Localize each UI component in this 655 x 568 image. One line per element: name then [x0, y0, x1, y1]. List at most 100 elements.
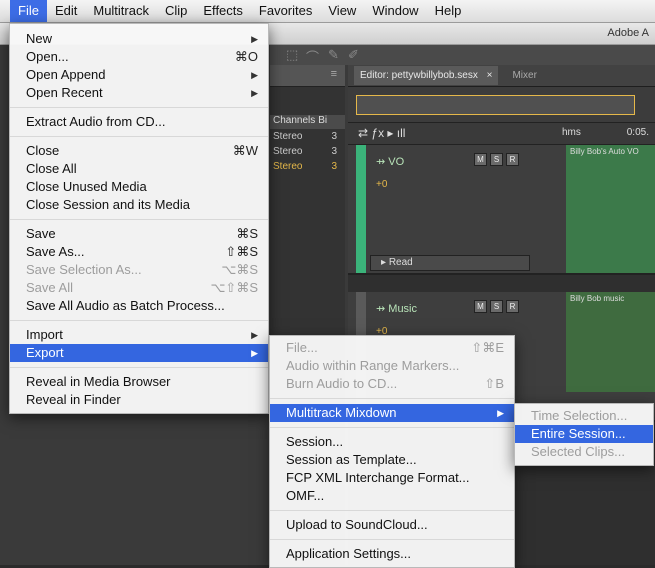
menu-separator: [10, 107, 268, 108]
file-bits: 3: [331, 161, 337, 172]
menu-item-extract-audio-from-cd[interactable]: Extract Audio from CD...: [10, 113, 268, 131]
menu-item-audio-within-range-markers: Audio within Range Markers...: [270, 357, 514, 375]
solo-button[interactable]: S: [490, 300, 503, 313]
menu-item-session-as-template[interactable]: Session as Template...: [270, 451, 514, 469]
column-channels[interactable]: Channels: [270, 115, 315, 129]
menu-item-label: Export: [26, 345, 64, 360]
menu-item-close[interactable]: Close ⌘W: [10, 142, 268, 160]
menu-item-time-selection: Time Selection...: [515, 407, 653, 425]
spot-heal-tool-icon[interactable]: ✐: [348, 47, 359, 63]
menu-item-reveal-in-finder[interactable]: Reveal in Finder: [10, 391, 268, 409]
menu-item-label: Save As...: [26, 244, 85, 259]
lasso-tool-icon[interactable]: ⌒: [306, 47, 319, 66]
automation-mode-select[interactable]: ▸ Read: [370, 255, 530, 271]
menu-item-close-all[interactable]: Close All: [10, 160, 268, 178]
shortcut-label: ⌘W: [232, 143, 258, 158]
menu-item-save-as[interactable]: Save As... ⇧⌘S: [10, 243, 268, 261]
menu-item-close-unused-media[interactable]: Close Unused Media: [10, 178, 268, 196]
clip-waveform[interactable]: Billy Bob's Auto VO: [566, 145, 655, 273]
menu-item-label: Reveal in Media Browser: [26, 374, 171, 389]
menu-window[interactable]: Window: [364, 0, 426, 22]
menu-item-application-settings[interactable]: Application Settings...: [270, 545, 514, 563]
overview-zoom-bar[interactable]: [356, 95, 635, 115]
menu-item-open-append[interactable]: Open Append ▶: [10, 66, 268, 84]
tab-mixer[interactable]: Mixer: [512, 70, 536, 81]
file-row[interactable]: Stereo 3: [270, 144, 345, 159]
menu-item-label: Audio within Range Markers...: [286, 358, 460, 373]
menu-item-label: New: [26, 31, 53, 46]
multitrack-mixdown-submenu: Time Selection... Entire Session... Select…: [514, 403, 654, 466]
mute-button[interactable]: M: [474, 153, 487, 166]
record-button[interactable]: R: [506, 300, 519, 313]
panel-menu-icon[interactable]: ≡: [270, 65, 345, 87]
menu-item-new[interactable]: New ▶: [10, 30, 268, 48]
file-channels: Stereo: [273, 146, 303, 157]
menu-item-label: Time Selection...: [531, 408, 628, 423]
menu-item-session[interactable]: Session...: [270, 433, 514, 451]
volume-value[interactable]: +0: [376, 179, 387, 190]
solo-button[interactable]: S: [490, 153, 503, 166]
mute-button[interactable]: M: [474, 300, 487, 313]
track-name: ⇸ Music: [376, 303, 418, 315]
track-buttons: M S R: [474, 153, 519, 166]
close-icon[interactable]: ×: [487, 70, 493, 81]
marquee-tool-icon[interactable]: ⬚: [286, 47, 298, 63]
menu-item-open[interactable]: Open... ⌘O: [10, 48, 268, 66]
menu-item-fcp-xml-interchange-format[interactable]: FCP XML Interchange Format...: [270, 469, 514, 487]
brush-tool-icon[interactable]: ✎: [328, 47, 339, 63]
file-menu: New ▶ Open... ⌘O Open Append ▶ Open Recent ▶ Ext…: [9, 23, 269, 414]
clip-waveform[interactable]: Billy Bob music: [566, 292, 655, 392]
menu-item-label: Selected Clips...: [531, 444, 625, 459]
tab-editor[interactable]: Editor: pettywbillybob.sesx ×: [354, 66, 499, 85]
shortcut-label: ⇧⌘E: [471, 340, 504, 355]
submenu-arrow-icon: ▶: [251, 330, 258, 340]
submenu-arrow-icon: ▶: [251, 70, 258, 80]
menu-clip[interactable]: Clip: [157, 0, 195, 22]
menu-item-label: Close Unused Media: [26, 179, 147, 194]
track-vo[interactable]: ⇸ VO M S R +0 ▸ Read Billy Bob's Auto VO: [348, 145, 655, 275]
file-row[interactable]: Stereo 3: [270, 159, 345, 174]
export-submenu: File... ⇧⌘E Audio within Range Markers... B…: [269, 335, 515, 568]
shortcut-label: ⌘S: [236, 226, 258, 241]
menu-item-label: OMF...: [286, 488, 325, 503]
menu-favorites[interactable]: Favorites: [251, 0, 320, 22]
menu-effects[interactable]: Effects: [195, 0, 251, 22]
track-buttons: M S R: [474, 300, 519, 313]
shortcut-label: ⌥⇧⌘S: [210, 280, 258, 295]
menu-help[interactable]: Help: [427, 0, 470, 22]
menu-item-close-session-and-its-media[interactable]: Close Session and its Media: [10, 196, 268, 214]
file-row[interactable]: Stereo 3: [270, 129, 345, 144]
menu-item-save-all-audio-as-batch-process[interactable]: Save All Audio as Batch Process...: [10, 297, 268, 315]
column-bits[interactable]: Bi: [315, 115, 327, 129]
menu-multitrack[interactable]: Multitrack: [85, 0, 157, 22]
menu-item-label: Close All: [26, 161, 77, 176]
menu-bar: File Edit Multitrack Clip Effects Favori…: [0, 0, 655, 23]
menu-edit[interactable]: Edit: [47, 0, 85, 22]
menu-separator: [10, 136, 268, 137]
shortcut-label: ⇧⌘S: [225, 244, 258, 259]
menu-item-entire-session[interactable]: Entire Session...: [515, 425, 653, 443]
menu-separator: [270, 427, 514, 428]
toolbar-strip: ⬚ ⌒ ✎ ✐: [270, 45, 655, 65]
menu-separator: [270, 539, 514, 540]
menu-item-save[interactable]: Save ⌘S: [10, 225, 268, 243]
menu-item-label: Save All Audio as Batch Process...: [26, 298, 225, 313]
menu-item-export[interactable]: Export ▶: [10, 344, 268, 362]
menu-item-label: Upload to SoundCloud...: [286, 517, 428, 532]
track-color-strip: [356, 145, 366, 273]
menu-file[interactable]: File: [10, 0, 47, 22]
menu-item-open-recent[interactable]: Open Recent ▶: [10, 84, 268, 102]
menu-item-label: Application Settings...: [286, 546, 412, 561]
menu-item-omf[interactable]: OMF...: [270, 487, 514, 505]
menu-item-import[interactable]: Import ▶: [10, 326, 268, 344]
menu-item-label: Import: [26, 327, 63, 342]
menu-item-save-all: Save All ⌥⇧⌘S: [10, 279, 268, 297]
record-button[interactable]: R: [506, 153, 519, 166]
editor-tabs: Editor: pettywbillybob.sesx × Mixer: [348, 65, 655, 87]
menu-view[interactable]: View: [320, 0, 364, 22]
file-bits: 3: [331, 146, 337, 157]
menu-item-multitrack-mixdown[interactable]: Multitrack Mixdown ▶: [270, 404, 514, 422]
fx-icon[interactable]: ⇄ ƒx ▸ ıll: [358, 126, 405, 140]
menu-item-reveal-in-media-browser[interactable]: Reveal in Media Browser: [10, 373, 268, 391]
menu-item-upload-to-soundcloud[interactable]: Upload to SoundCloud...: [270, 516, 514, 534]
